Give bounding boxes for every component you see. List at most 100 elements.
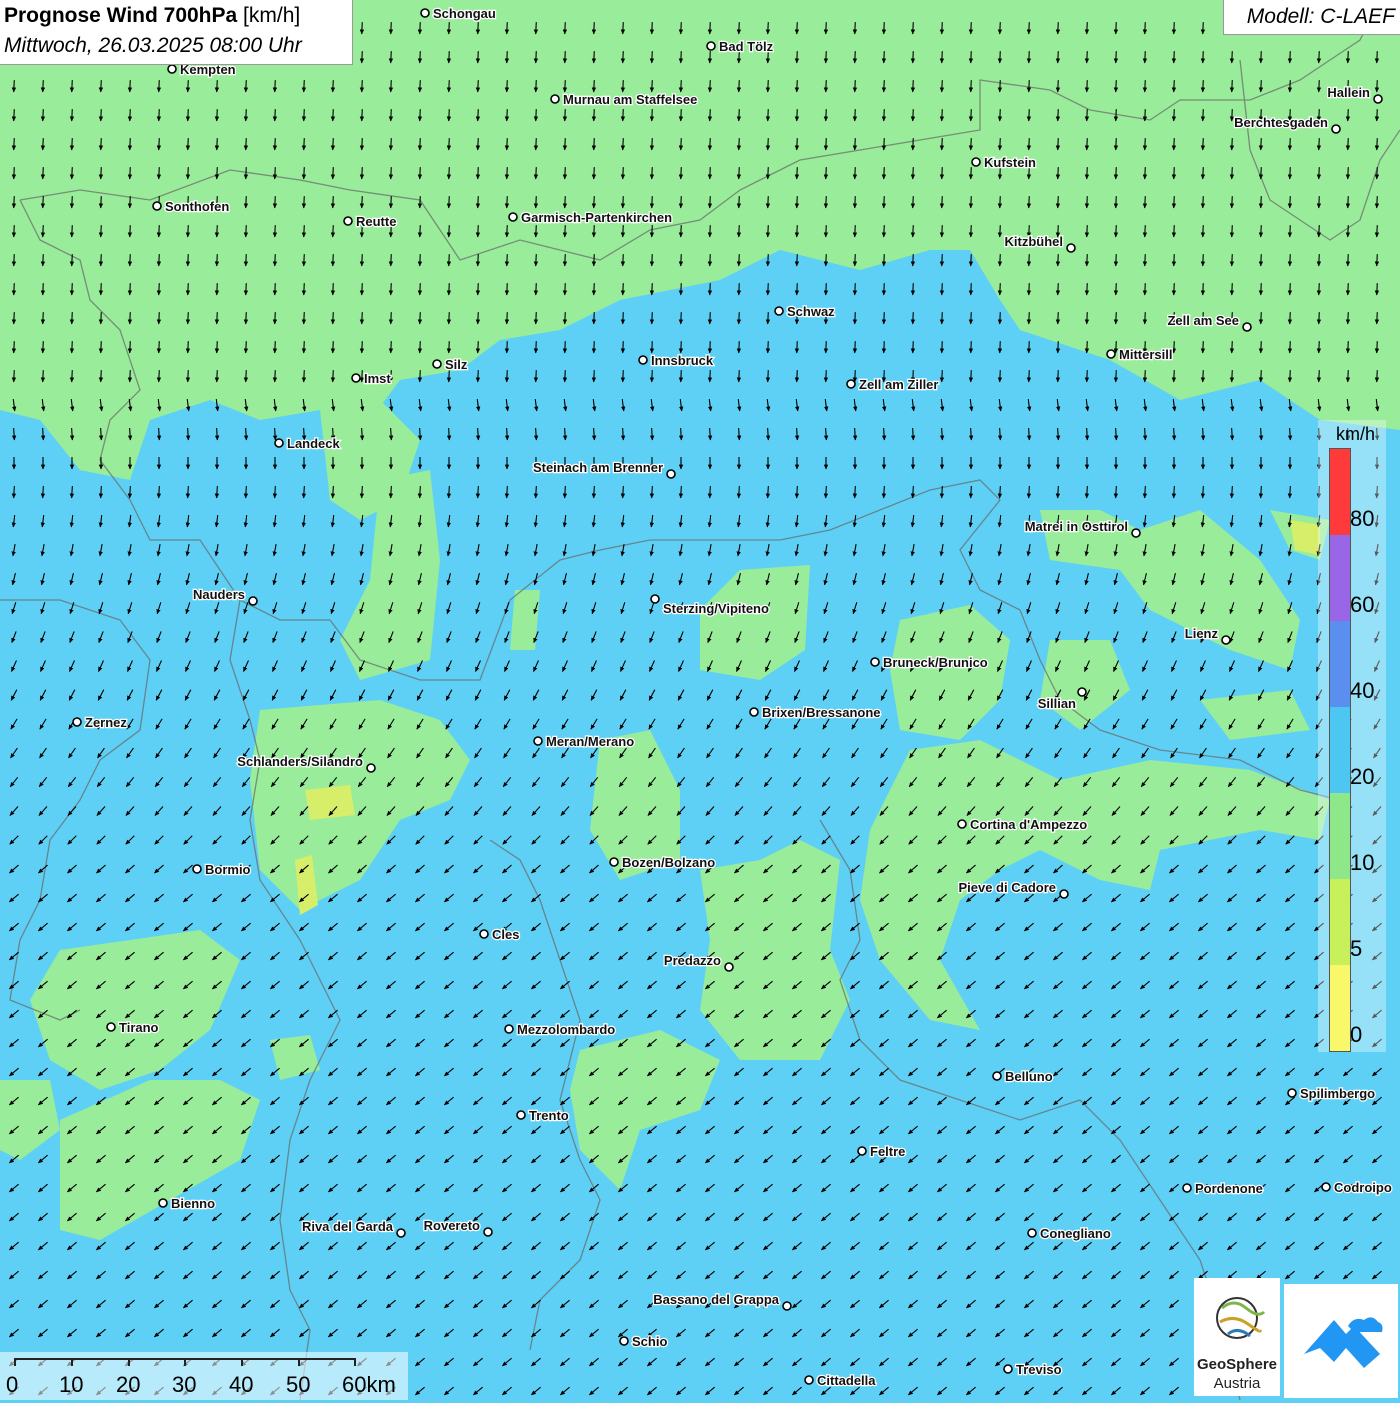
wind-arrow: [507, 196, 508, 208]
wind-arrow: [1029, 109, 1030, 121]
wind-arrow: [478, 22, 479, 34]
wind-arrow: [739, 283, 740, 295]
wind-arrow: [710, 109, 711, 121]
city-dot: [367, 764, 375, 772]
wind-arrow: [1145, 370, 1146, 382]
wind-arrow: [304, 283, 305, 295]
wind-arrow: [304, 80, 305, 92]
wind-arrow: [507, 51, 508, 63]
wind-arrow: [942, 341, 943, 353]
wind-arrow: [275, 80, 276, 92]
wind-arrow: [217, 370, 218, 382]
wind-arrow: [884, 51, 885, 63]
wind-arrow: [1000, 283, 1001, 295]
wind-arrow: [362, 370, 363, 382]
wind-arrow: [913, 51, 914, 63]
wind-arrow: [1145, 254, 1146, 266]
wind-arrow: [1348, 312, 1349, 324]
wind-arrow: [768, 80, 769, 92]
wind-arrow: [362, 341, 363, 353]
wind-arrow: [1145, 486, 1146, 498]
city-label: Murnau am Staffelsee: [563, 92, 697, 107]
city-label: Rovereto: [424, 1218, 480, 1233]
wind-arrow: [826, 22, 827, 34]
wind-arrow: [826, 51, 827, 63]
wind-arrow: [1348, 51, 1349, 63]
wind-arrow: [739, 138, 740, 150]
wind-arrow: [913, 341, 914, 353]
city-label: Pordenone: [1195, 1181, 1263, 1196]
wind-arrow: [1116, 109, 1117, 121]
wind-arrow: [565, 167, 566, 179]
calm-zone-brenner: [510, 590, 540, 650]
wind-arrow: [101, 196, 102, 208]
wind-arrow: [652, 283, 653, 295]
wind-arrow: [1058, 51, 1059, 63]
wind-arrow: [1116, 341, 1117, 353]
wind-arrow: [188, 225, 189, 237]
wind-arrow: [855, 22, 856, 34]
wind-arrow: [159, 225, 160, 237]
wind-arrow: [1116, 22, 1117, 34]
wind-arrow: [739, 341, 740, 353]
wind-arrow: [1000, 22, 1001, 34]
wind-arrow: [1319, 225, 1320, 237]
wind-arrow: [1029, 196, 1030, 208]
wind-arrow: [797, 486, 798, 498]
wind-arrow: [72, 486, 73, 498]
wind-arrow: [362, 428, 363, 440]
wind-arrow: [304, 109, 305, 121]
city-label: Sterzing/Vipiteno: [663, 601, 769, 616]
wind-arrow: [739, 22, 740, 34]
legend-color-segment: [1330, 535, 1350, 621]
wind-arrow: [246, 283, 247, 295]
wind-arrow: [1203, 341, 1204, 353]
city-label: Bienno: [171, 1196, 215, 1211]
wind-arrow: [275, 254, 276, 266]
wind-arrow: [768, 486, 769, 498]
wind-arrow: [1232, 486, 1233, 498]
wind-arrow: [1290, 428, 1291, 440]
wind-arrow: [855, 428, 856, 440]
wind-arrow: [43, 428, 44, 440]
wind-arrow: [72, 109, 73, 121]
wind-arrow: [1290, 312, 1291, 324]
wind-arrow: [971, 341, 972, 353]
city-dot: [153, 202, 161, 210]
wind-arrow: [1174, 22, 1175, 34]
city-label: Zernez: [85, 715, 127, 730]
wind-arrow: [565, 225, 566, 237]
wind-arrow: [420, 428, 421, 440]
wind-arrow: [507, 80, 508, 92]
geosphere-name: GeoSphere: [1196, 1356, 1278, 1373]
city-dot: [73, 718, 81, 726]
wind-arrow: [913, 109, 914, 121]
wind-arrow: [188, 167, 189, 179]
wind-arrow: [768, 196, 769, 208]
city-dot: [1028, 1229, 1036, 1237]
city-label: Zell am See: [1167, 313, 1239, 328]
wind-arrow: [826, 428, 827, 440]
wind-arrow: [1232, 283, 1233, 295]
wind-arrow: [594, 138, 595, 150]
wind-arrow: [1232, 196, 1233, 208]
wind-arrow: [188, 80, 189, 92]
wind-arrow: [1000, 486, 1001, 498]
wind-arrow: [768, 283, 769, 295]
wind-arrow: [884, 312, 885, 324]
wind-arrow: [1377, 370, 1378, 382]
wind-arrow: [826, 80, 827, 92]
city-label: Belluno: [1005, 1069, 1053, 1084]
wind-arrow: [797, 138, 798, 150]
wind-arrow: [101, 283, 102, 295]
city-label: Mittersill: [1119, 347, 1172, 362]
wind-arrow: [536, 283, 537, 295]
wind-arrow: [333, 254, 334, 266]
wind-arrow: [971, 109, 972, 121]
wind-arrow: [710, 196, 711, 208]
city-label: Sillian: [1038, 696, 1076, 711]
wind-arrow: [449, 312, 450, 324]
wind-arrow: [14, 80, 15, 92]
wind-arrow: [652, 486, 653, 498]
wind-arrow: [1290, 370, 1291, 382]
